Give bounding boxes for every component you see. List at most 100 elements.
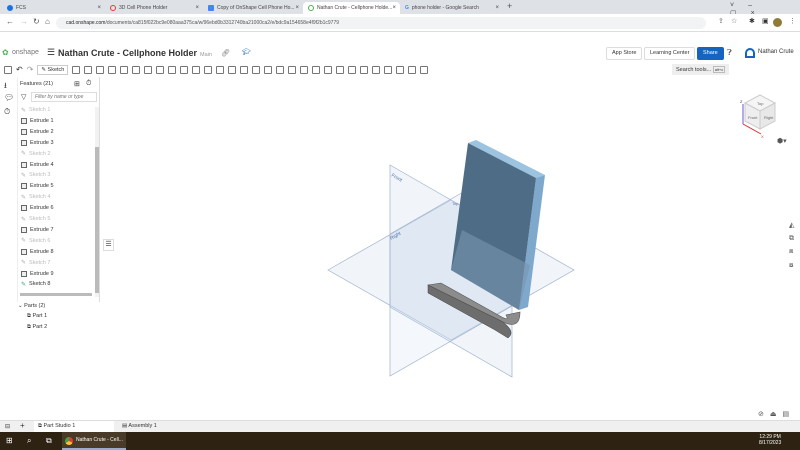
- feature-filter-input[interactable]: [31, 92, 97, 102]
- reload-icon[interactable]: ↻: [33, 17, 40, 26]
- loft-tool-icon[interactable]: [108, 65, 117, 74]
- tab-manager-icon[interactable]: ⊟: [5, 423, 10, 430]
- version-graduation-icon[interactable]: 🎓︎: [242, 48, 251, 56]
- sketch-button[interactable]: ✎ Sketch: [37, 64, 69, 75]
- branch-label[interactable]: Main: [200, 52, 212, 58]
- close-icon[interactable]: ×: [392, 5, 396, 11]
- search-tools-input[interactable]: Search tools... alt+c: [672, 64, 730, 75]
- hamburger-menu-icon[interactable]: ☰: [47, 47, 55, 58]
- feature-item[interactable]: Extrude 1: [21, 116, 54, 126]
- delete-part-tool-icon[interactable]: [264, 65, 273, 74]
- close-icon[interactable]: ×: [295, 5, 299, 11]
- menu-icon[interactable]: ⋮: [789, 17, 796, 25]
- helix-tool-icon[interactable]: [348, 65, 357, 74]
- add-custom-feature-icon[interactable]: [420, 65, 429, 74]
- task-view-icon[interactable]: ⧉: [46, 436, 52, 446]
- revolve-tool-icon[interactable]: [84, 65, 93, 74]
- modify-fillet-tool-icon[interactable]: [276, 65, 285, 74]
- part-item[interactable]: ⧉ Part 1: [27, 313, 47, 320]
- mate-connector-tool-icon[interactable]: [336, 65, 345, 74]
- close-icon[interactable]: ×: [195, 5, 199, 11]
- feature-item[interactable]: Extrude 7: [21, 225, 54, 235]
- feature-list-toggle-icon[interactable]: [4, 65, 12, 74]
- onshape-logo[interactable]: onshape: [12, 49, 39, 56]
- appearance-panel-icon[interactable]: ◭: [789, 221, 794, 229]
- clock[interactable]: 12:29 PM 8/17/2023: [759, 434, 781, 446]
- home-icon[interactable]: ⌂: [45, 17, 50, 26]
- history-timer-icon[interactable]: ⏱︎: [4, 107, 10, 117]
- feature-item[interactable]: ✎ Sketch 1: [21, 105, 50, 115]
- user-menu[interactable]: Nathan Crute: [758, 49, 794, 55]
- rib-tool-icon[interactable]: [168, 65, 177, 74]
- redo-icon[interactable]: ↷: [27, 65, 34, 74]
- mirror-tool-icon[interactable]: [216, 65, 225, 74]
- extensions-icon[interactable]: ✱: [749, 17, 755, 25]
- hole-tool-icon[interactable]: [192, 65, 201, 74]
- filter-icon[interactable]: ▽: [21, 93, 26, 101]
- comments-icon[interactable]: 💬︎: [4, 93, 14, 102]
- learning-center-button[interactable]: Learning Center: [644, 47, 696, 60]
- bom-panel-icon[interactable]: ⧇: [789, 262, 793, 270]
- sweep-tool-icon[interactable]: [96, 65, 105, 74]
- render-panel-icon[interactable]: ⧉: [789, 235, 794, 243]
- back-icon[interactable]: ←: [6, 17, 14, 26]
- feature-item[interactable]: Extrude 3: [21, 138, 54, 148]
- close-icon[interactable]: ×: [495, 5, 499, 11]
- mass-properties-icon[interactable]: ⧈: [789, 248, 793, 256]
- view-options-icon[interactable]: ⬢▾: [777, 137, 787, 145]
- fillet-tool-icon[interactable]: [132, 65, 141, 74]
- rollback-timer-icon[interactable]: ⏱︎: [86, 80, 91, 88]
- tab-part-studio-1[interactable]: ⧉ Part Studio 1: [34, 421, 114, 432]
- user-avatar-icon[interactable]: [745, 48, 755, 58]
- feature-item[interactable]: ✎ Sketch 2: [21, 149, 50, 159]
- share-button[interactable]: Share: [697, 47, 724, 60]
- new-tab-button[interactable]: +: [507, 1, 512, 11]
- windows-start-icon[interactable]: ⊞: [6, 436, 13, 445]
- insert-feature-icon[interactable]: ⭳: [4, 80, 7, 94]
- sidepanel-icon[interactable]: ▣: [762, 17, 769, 25]
- 3d-viewport[interactable]: Front Right Top Top Front Right Z X ⬢▾ ◭…: [100, 77, 800, 420]
- feature-item[interactable]: ✎ Sketch 4: [21, 192, 50, 202]
- view-cube[interactable]: Top Front Right Z X: [735, 89, 785, 139]
- feature-item[interactable]: ✎ Sketch 8: [21, 279, 50, 289]
- shell-tool-icon[interactable]: [180, 65, 189, 74]
- offset-surface-tool-icon[interactable]: [312, 65, 321, 74]
- tab-assembly-1[interactable]: ▤ Assembly 1: [118, 421, 198, 432]
- forward-icon[interactable]: →: [20, 17, 28, 26]
- add-tab-button[interactable]: +: [20, 421, 25, 430]
- boolean-tool-icon[interactable]: [228, 65, 237, 74]
- chamfer-tool-icon[interactable]: [144, 65, 153, 74]
- variable-tool-icon[interactable]: [360, 65, 369, 74]
- replace-face-tool-icon[interactable]: [300, 65, 309, 74]
- feature-item[interactable]: ✎ Sketch 6: [21, 236, 50, 246]
- profile-avatar[interactable]: [773, 18, 782, 27]
- feature-item[interactable]: Extrude 9: [21, 269, 54, 279]
- feature-item[interactable]: Extrude 4: [21, 160, 54, 170]
- url-input[interactable]: cad.onshape.com/documents/ca815f022bc9e0…: [56, 17, 706, 29]
- feature-item[interactable]: ✎ Sketch 3: [21, 170, 50, 180]
- help-icon[interactable]: ❓︎: [727, 48, 732, 58]
- browser-tab-fcs[interactable]: FCS ×: [2, 2, 105, 14]
- frame-tool-icon[interactable]: [384, 65, 393, 74]
- plane-tool-icon[interactable]: [324, 65, 333, 74]
- close-icon[interactable]: ×: [97, 5, 101, 11]
- app-store-button[interactable]: App Store: [606, 47, 643, 60]
- move-face-tool-icon[interactable]: [288, 65, 297, 74]
- feature-item[interactable]: Extrude 5: [21, 181, 54, 191]
- thicken-tool-icon[interactable]: [120, 65, 129, 74]
- document-title[interactable]: Nathan Crute - Cellphone Holder: [58, 48, 197, 58]
- search-icon[interactable]: ⌕: [27, 436, 31, 446]
- browser-tab-onshape[interactable]: Nathan Crute - Cellphone Holde... ×: [303, 2, 400, 14]
- draft-tool-icon[interactable]: [156, 65, 165, 74]
- split-tool-icon[interactable]: [240, 65, 249, 74]
- feature-list-scrollbar[interactable]: [95, 107, 99, 297]
- browser-tab-copy[interactable]: Copy of OnShape Cell Phone Ho... ×: [203, 2, 303, 14]
- browser-tab-google[interactable]: Gphone holder - Google Search ×: [400, 2, 503, 14]
- browser-tab-3d-holder[interactable]: 3D Cell Phone Holder ×: [105, 2, 203, 14]
- parts-header[interactable]: ⌄ Parts (2): [18, 303, 45, 309]
- bottom-right-controls-icon[interactable]: ⊘⏏▤: [758, 410, 795, 418]
- pattern-tool-icon[interactable]: [204, 65, 213, 74]
- sheet-metal-tool-icon[interactable]: [372, 65, 381, 74]
- add-folder-icon[interactable]: ⊞: [74, 80, 80, 88]
- measure-tool-icon[interactable]: [396, 65, 405, 74]
